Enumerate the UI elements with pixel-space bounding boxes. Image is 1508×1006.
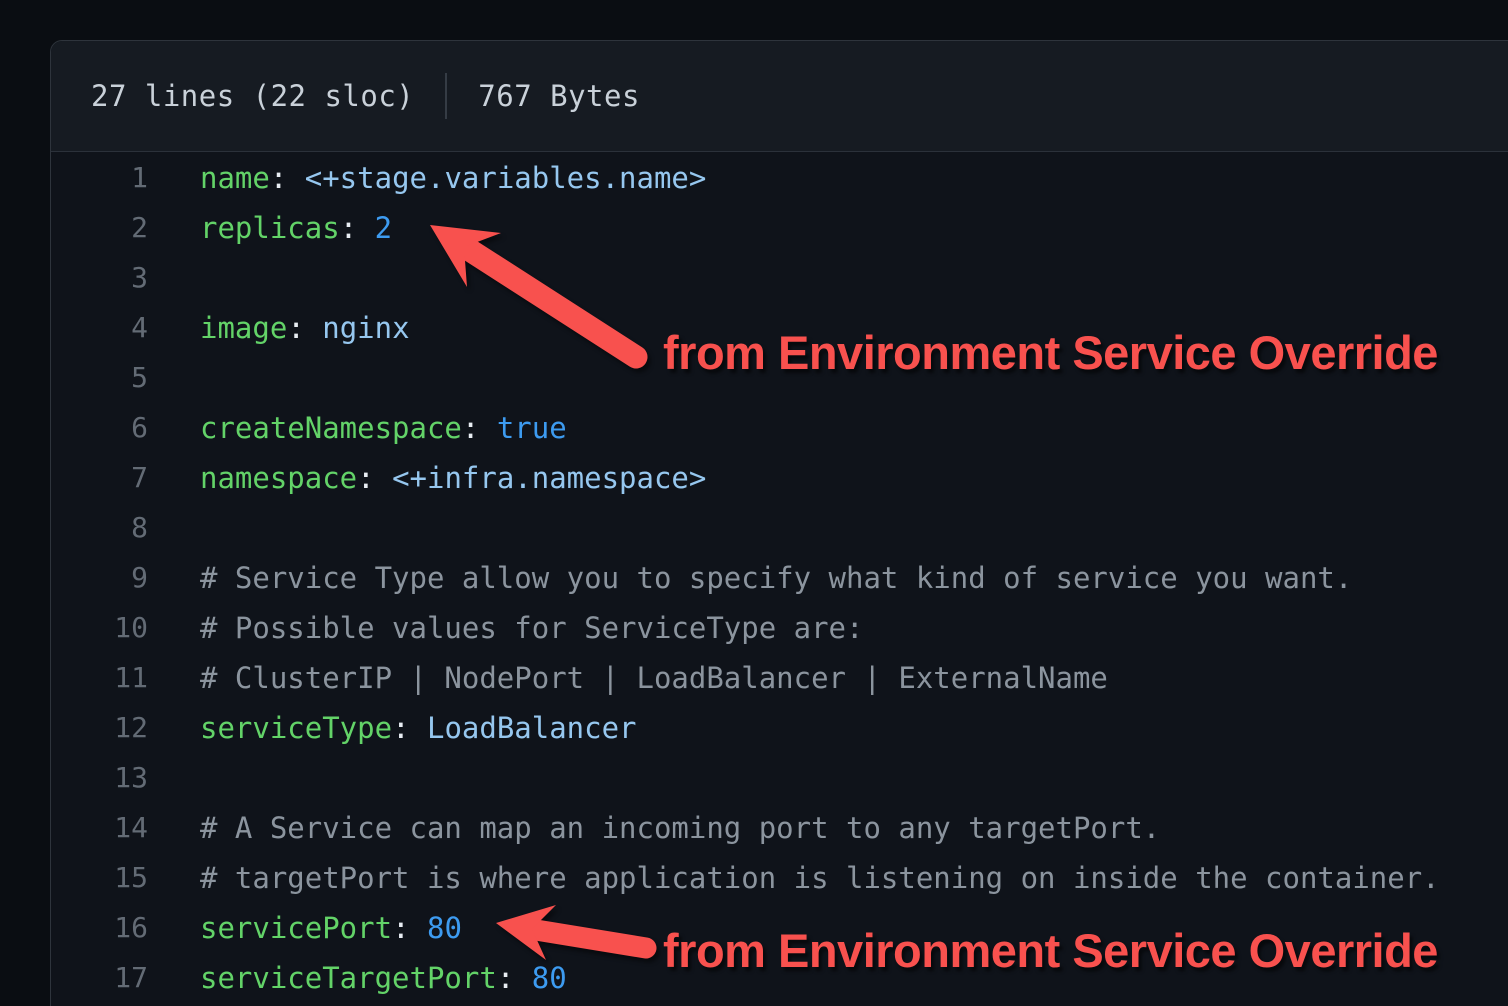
code-text: createNamespace: true xyxy=(200,403,567,453)
line-number[interactable]: 7 xyxy=(51,453,148,503)
line-number[interactable]: 2 xyxy=(51,203,148,253)
file-lines-info: 27 lines (22 sloc) xyxy=(91,79,414,113)
line-number[interactable]: 11 xyxy=(51,653,148,703)
line-number[interactable]: 1 xyxy=(51,153,148,203)
code-line: 12 serviceType: LoadBalancer xyxy=(51,703,1508,753)
code-text: name: <+stage.variables.name> xyxy=(200,153,706,203)
code-line: 9 # Service Type allow you to specify wha… xyxy=(51,553,1508,603)
code-text: # targetPort is where application is lis… xyxy=(200,853,1440,903)
code-text: # ClusterIP | NodePort | LoadBalancer | … xyxy=(200,653,1108,703)
line-number[interactable]: 5 xyxy=(51,353,148,403)
annotation-label-serviceport: from Environment Service Override xyxy=(663,927,1438,974)
code-line: 13 xyxy=(51,753,1508,803)
code-lines: 1 name: <+stage.variables.name> 2 replicas:… xyxy=(51,152,1508,1003)
line-number[interactable]: 12 xyxy=(51,703,148,753)
code-line: 3 xyxy=(51,253,1508,303)
file-header: 27 lines (22 sloc) 767 Bytes xyxy=(51,41,1508,152)
code-line: 1 name: <+stage.variables.name> xyxy=(51,153,1508,203)
code-line: 7 namespace: <+infra.namespace> xyxy=(51,453,1508,503)
code-line: 11 # ClusterIP | NodePort | LoadBalancer … xyxy=(51,653,1508,703)
code-text: servicePort: 80 xyxy=(200,903,462,953)
line-number[interactable]: 6 xyxy=(51,403,148,453)
code-line: 10 # Possible values for ServiceType are: xyxy=(51,603,1508,653)
file-viewer-panel: 27 lines (22 sloc) 767 Bytes 1 name: <+st… xyxy=(50,40,1508,1006)
line-number[interactable]: 14 xyxy=(51,803,148,853)
code-text: image: nginx xyxy=(200,303,410,353)
line-number[interactable]: 8 xyxy=(51,503,148,553)
code-text: # Possible values for ServiceType are: xyxy=(200,603,863,653)
code-text: replicas: 2 xyxy=(200,203,392,253)
code-text: serviceTargetPort: 80 xyxy=(200,953,567,1003)
code-text: # A Service can map an incoming port to … xyxy=(200,803,1160,853)
code-line: 6 createNamespace: true xyxy=(51,403,1508,453)
line-number[interactable]: 13 xyxy=(51,753,148,803)
annotation-label-replicas: from Environment Service Override xyxy=(663,329,1438,376)
header-divider xyxy=(445,73,447,119)
line-number[interactable]: 15 xyxy=(51,853,148,903)
file-size-info: 767 Bytes xyxy=(478,79,640,113)
line-number[interactable]: 4 xyxy=(51,303,148,353)
code-line: 8 xyxy=(51,503,1508,553)
code-line: 2 replicas: 2 xyxy=(51,203,1508,253)
line-number[interactable]: 10 xyxy=(51,603,148,653)
code-text: serviceType: LoadBalancer xyxy=(200,703,637,753)
line-number[interactable]: 3 xyxy=(51,253,148,303)
line-number[interactable]: 16 xyxy=(51,903,148,953)
code-line: 14 # A Service can map an incoming port t… xyxy=(51,803,1508,853)
code-text: # Service Type allow you to specify what… xyxy=(200,553,1352,603)
line-number[interactable]: 9 xyxy=(51,553,148,603)
code-text: namespace: <+infra.namespace> xyxy=(200,453,706,503)
code-line: 15 # targetPort is where application is l… xyxy=(51,853,1508,903)
line-number[interactable]: 17 xyxy=(51,953,148,1003)
